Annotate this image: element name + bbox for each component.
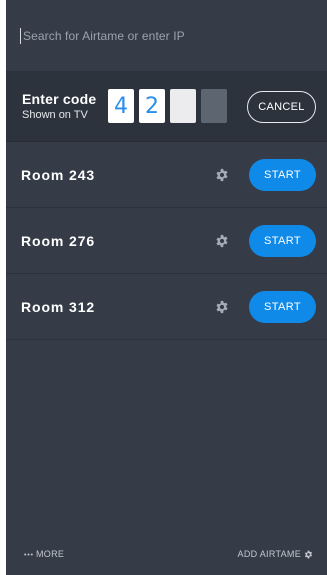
- room-name: Room 243: [21, 166, 96, 183]
- gear-icon[interactable]: [215, 300, 229, 314]
- airtame-panel: Enter code Shown on TV 4 2 CANCEL Room 2…: [6, 0, 327, 575]
- add-airtame-label: ADD AIRTAME: [237, 549, 301, 559]
- add-airtame-button[interactable]: ADD AIRTAME: [238, 549, 313, 559]
- code-digit-4[interactable]: [201, 89, 227, 123]
- code-input-group: 4 2: [108, 89, 227, 123]
- room-name: Room 312: [21, 298, 96, 315]
- code-digit-3[interactable]: [170, 89, 196, 123]
- gear-icon: [304, 550, 313, 558]
- room-name: Room 276: [21, 232, 96, 249]
- room-row: Room 276 START: [6, 208, 327, 274]
- code-entry-section: Enter code Shown on TV 4 2 CANCEL: [6, 72, 327, 142]
- start-button[interactable]: START: [249, 290, 316, 323]
- start-button[interactable]: START: [249, 158, 316, 191]
- footer-bar: MORE ADD AIRTAME: [6, 533, 327, 575]
- code-subtitle: Shown on TV: [22, 109, 88, 121]
- gear-icon[interactable]: [215, 168, 229, 182]
- start-button[interactable]: START: [249, 224, 316, 257]
- ellipsis-icon: [24, 553, 33, 555]
- code-digit-1[interactable]: 4: [108, 89, 134, 123]
- code-digit-2[interactable]: 2: [139, 89, 165, 123]
- more-button[interactable]: MORE: [24, 549, 64, 559]
- room-row: Room 243 START: [6, 142, 327, 208]
- cancel-button[interactable]: CANCEL: [247, 91, 316, 123]
- search-input[interactable]: [20, 27, 315, 44]
- gear-icon[interactable]: [215, 234, 229, 248]
- search-bar: [6, 0, 327, 72]
- code-labels: Enter code Shown on TV: [22, 91, 108, 122]
- code-title: Enter code: [22, 91, 97, 107]
- more-label: MORE: [36, 549, 65, 559]
- room-row: Room 312 START: [6, 274, 327, 340]
